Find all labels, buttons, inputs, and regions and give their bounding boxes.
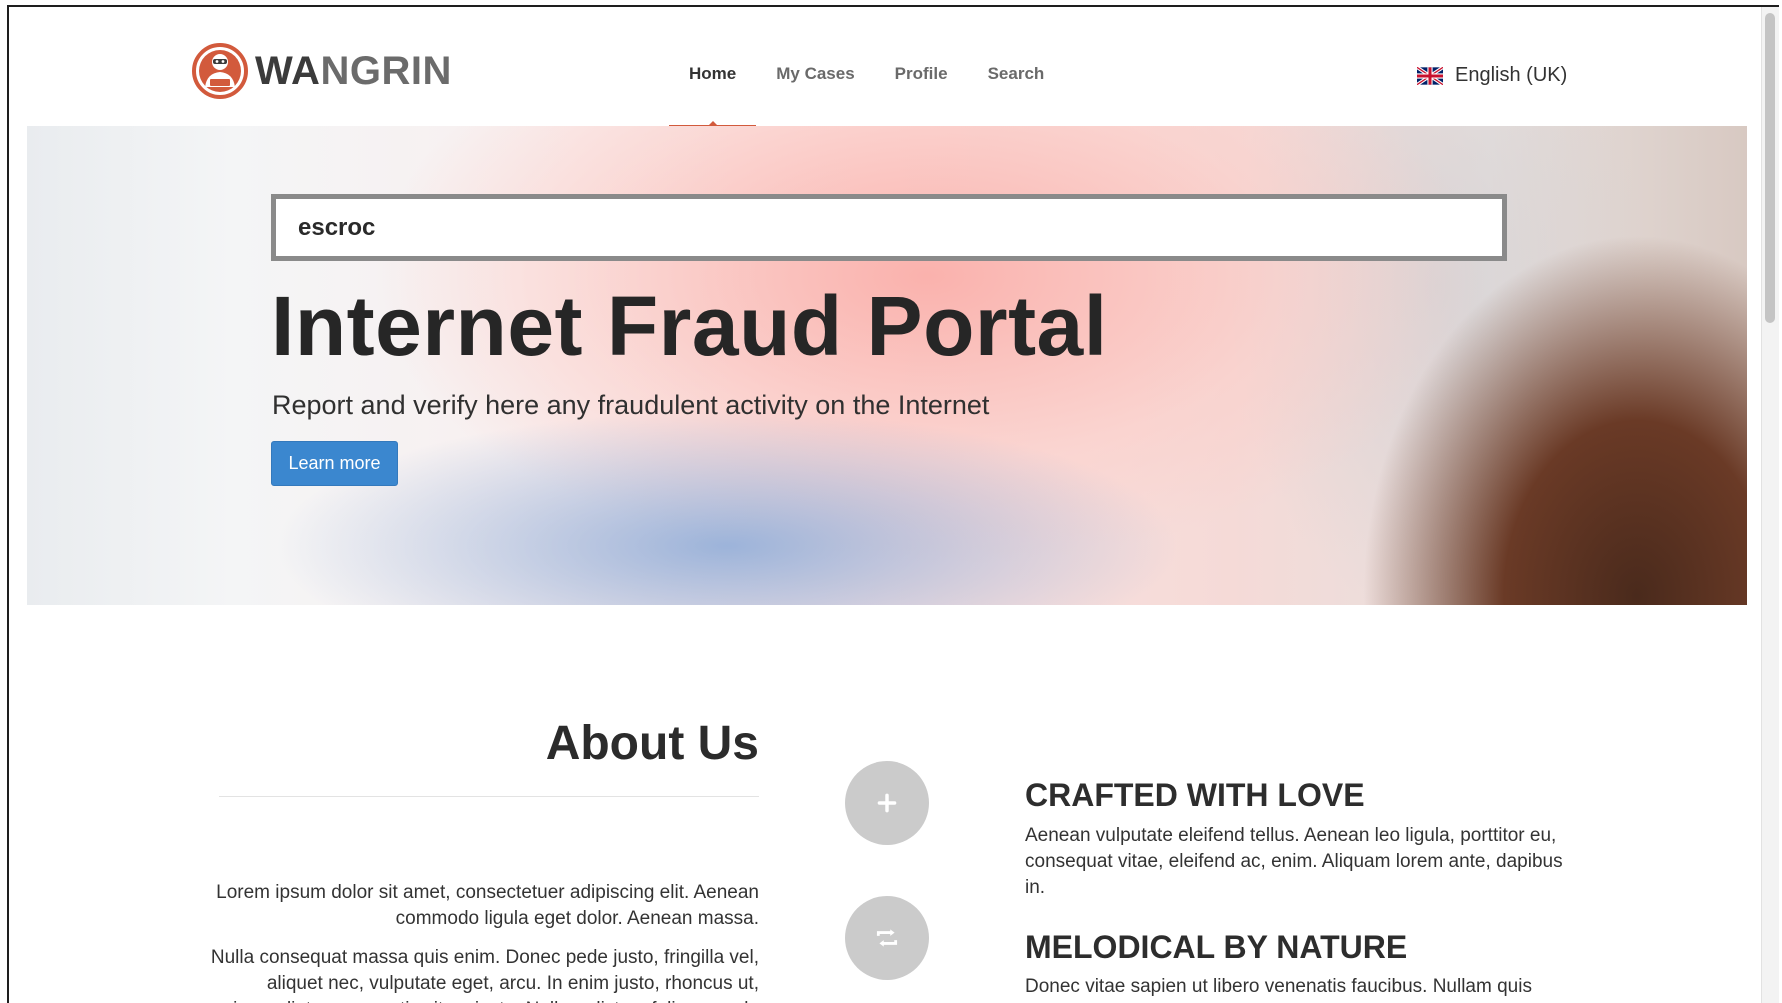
about-divider [219, 796, 759, 797]
feature-title-1: CRAFTED WITH LOVE [1025, 777, 1365, 813]
nav-item-search[interactable]: Search [968, 52, 1065, 128]
hero-search-input[interactable] [271, 194, 1507, 261]
feature-description-2: Donec vitae sapien ut libero venenatis f… [1025, 976, 1532, 1003]
nav-item-profile[interactable]: Profile [875, 52, 968, 128]
hero-subtitle: Report and verify here any fraudulent ac… [272, 390, 990, 420]
scrollbar-thumb[interactable] [1765, 13, 1775, 323]
language-label: English (UK) [1455, 64, 1568, 86]
burglar-logo-icon [192, 43, 248, 99]
hero-banner: Internet Fraud Portal Report and verify … [27, 126, 1747, 605]
about-paragraph: Lorem ipsum dolor sit amet, consectetuer… [216, 882, 759, 929]
feature-title-2: MELODICAL BY NATURE [1025, 929, 1408, 965]
about-title: About Us [545, 717, 759, 770]
hero-title: Internet Fraud Portal [271, 279, 1108, 373]
about-text: Lorem ipsum dolor sit amet, consectetuer… [209, 880, 759, 1003]
language-selector[interactable]: English (UK) [1417, 64, 1567, 87]
nav-item-my-cases[interactable]: My Cases [756, 52, 874, 128]
learn-more-button[interactable]: Learn more [271, 441, 398, 486]
nav-item-home[interactable]: Home [669, 52, 757, 128]
brand-name-part1: WA [255, 49, 321, 93]
feature-description-1: Aenean vulputate eleifend tellus. Aenean… [1025, 825, 1563, 898]
browser-viewport: WANGRIN Home My Cases Profile Search Eng… [7, 5, 1779, 1003]
uk-flag-icon [1417, 66, 1443, 85]
vertical-scrollbar[interactable] [1761, 7, 1779, 1003]
brand-name-part2: NGRIN [320, 49, 452, 93]
main-nav: Home My Cases Profile Search [669, 52, 1064, 128]
plus-icon [877, 793, 897, 813]
feature-icon-circle-1 [845, 761, 929, 845]
retweet-icon [876, 929, 898, 947]
brand-name: WANGRIN [255, 51, 452, 91]
feature-icon-circle-2 [845, 896, 929, 980]
about-paragraph: Nulla consequat massa quis enim. Donec p… [210, 947, 759, 1003]
brand-logo[interactable]: WANGRIN [192, 43, 452, 99]
top-navbar: WANGRIN Home My Cases Profile Search Eng… [9, 7, 1759, 128]
